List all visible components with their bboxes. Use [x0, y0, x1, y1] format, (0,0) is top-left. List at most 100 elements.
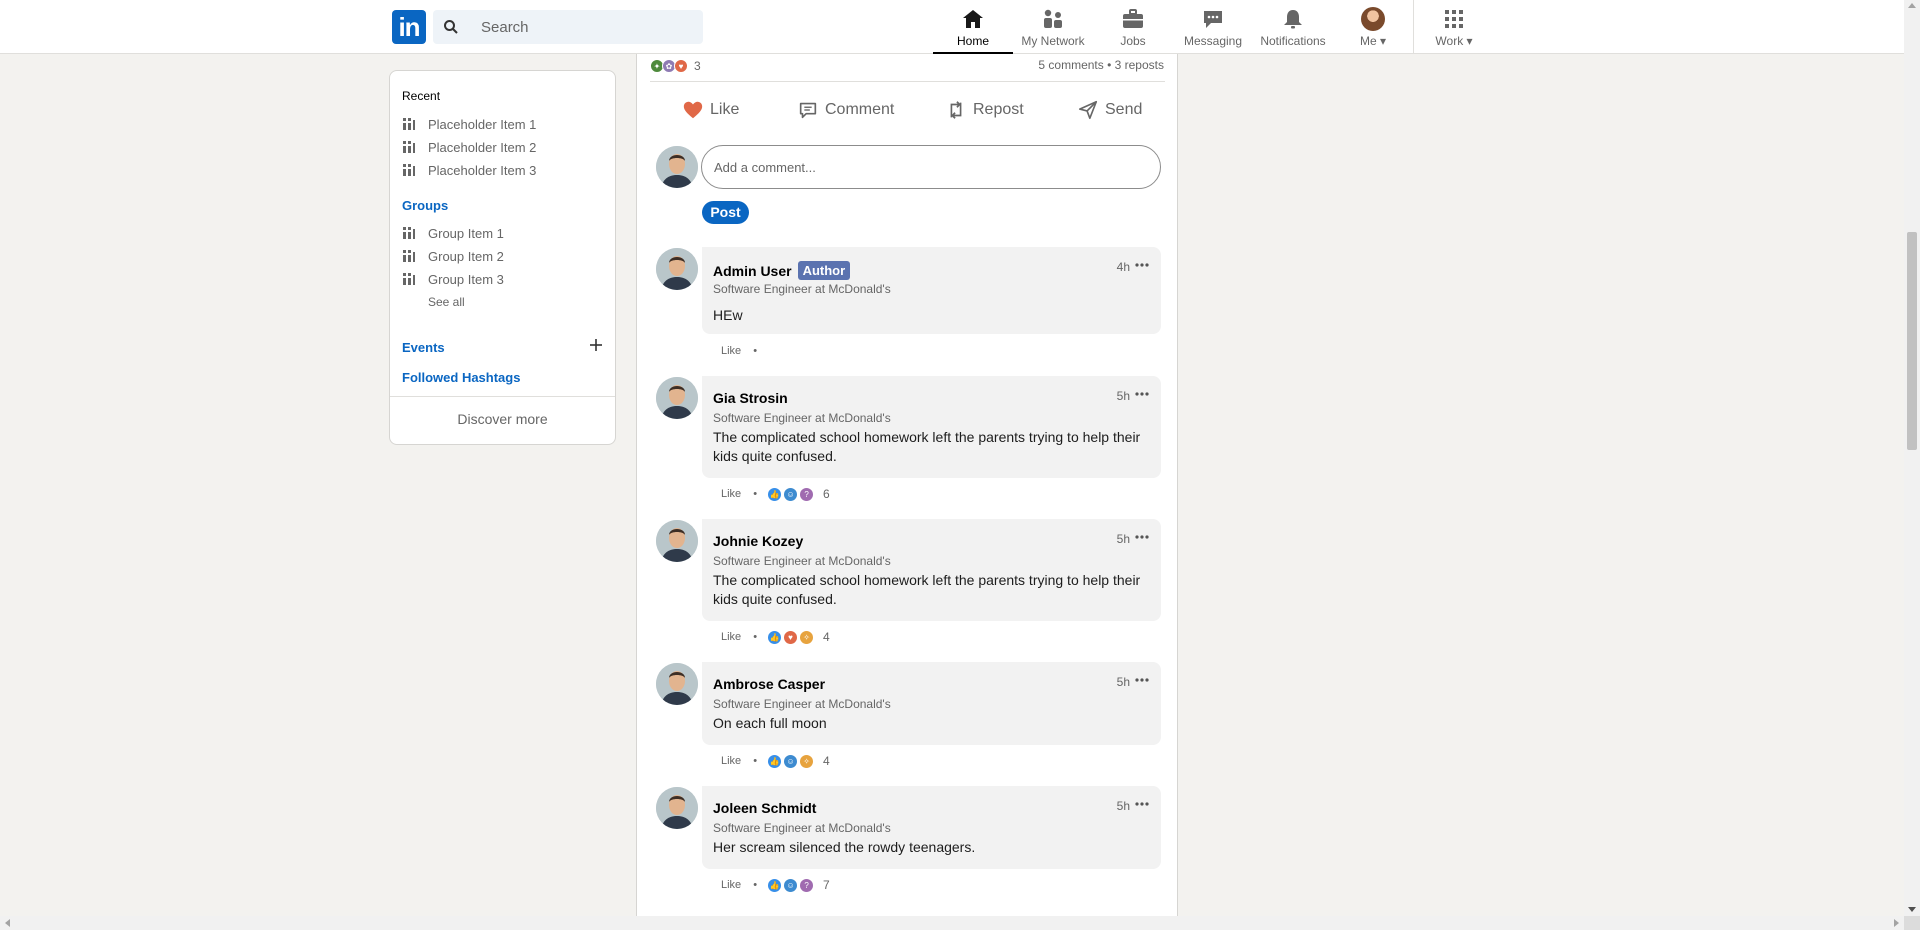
recent-item[interactable]: Placeholder Item 2 [402, 137, 536, 157]
nav-jobs[interactable]: Jobs [1093, 0, 1173, 54]
comment-author[interactable]: Gia Strosin [713, 390, 788, 406]
nav-notifications[interactable]: Notifications [1253, 0, 1333, 54]
scroll-up-arrow[interactable] [1908, 3, 1916, 8]
comment-text: The complicated school homework left the… [713, 572, 1141, 607]
group-icon [403, 273, 415, 285]
comment-like-button[interactable]: Like [721, 755, 741, 767]
comment-reaction-count[interactable]: 4 [823, 630, 830, 644]
avatar[interactable] [656, 146, 698, 188]
recent-item[interactable]: Placeholder Item 1 [402, 114, 536, 134]
actions-divider [650, 81, 1165, 82]
comment-reaction-count[interactable]: 6 [823, 487, 830, 501]
see-all-link[interactable]: See all [428, 295, 465, 309]
reaction-count: 3 [694, 59, 701, 73]
group-item[interactable]: Group Item 2 [402, 246, 504, 266]
recent-item[interactable]: Placeholder Item 3 [402, 160, 536, 180]
more-options-icon[interactable] [1134, 259, 1150, 271]
comment-author[interactable]: Johnie Kozey [713, 533, 803, 549]
scroll-down-arrow[interactable] [1908, 907, 1916, 912]
comment-footer: Like • 👍 ♥ ✧ 4 [721, 629, 830, 645]
linkedin-logo[interactable]: in [392, 10, 426, 44]
briefcase-icon [1123, 9, 1143, 28]
comment-author-title: Software Engineer at McDonald's [713, 697, 891, 711]
user-avatar-image [656, 248, 698, 290]
recent-item-label: Placeholder Item 1 [428, 116, 537, 132]
comment-author-name: Gia Strosin [713, 390, 788, 406]
avatar[interactable] [656, 248, 698, 290]
comment-like-button[interactable]: Like [721, 488, 741, 500]
nav-work[interactable]: Work ▾ [1414, 0, 1494, 54]
scrollbar-thumb[interactable] [1907, 232, 1917, 450]
more-options-icon[interactable] [1134, 674, 1150, 686]
top-nav: in Home My Network Jobs Messaging Notifi… [0, 0, 1904, 54]
comment-author[interactable]: Ambrose Casper [713, 676, 825, 692]
comment-button[interactable]: Comment [797, 98, 894, 122]
group-item-label: Group Item 3 [428, 271, 504, 287]
love-reaction-icon: ♥ [674, 59, 688, 73]
group-item[interactable]: Group Item 3 [402, 269, 504, 289]
comment-time: 5h [1116, 799, 1130, 813]
vertical-scrollbar[interactable] [1904, 0, 1920, 916]
avatar[interactable] [656, 663, 698, 705]
comment-author-title: Software Engineer at McDonald's [713, 411, 891, 425]
nav-me[interactable]: Me ▾ [1333, 0, 1413, 54]
nav-messaging[interactable]: Messaging [1173, 0, 1253, 54]
comment-author-name: Joleen Schmidt [713, 800, 817, 816]
more-options-icon[interactable] [1134, 388, 1150, 400]
nav-me-label: Me [1359, 34, 1377, 48]
nav-home-label: Home [956, 34, 989, 48]
insightful-reaction-icon: ☺ [783, 486, 799, 502]
like-reaction-icon: 👍 [767, 629, 783, 645]
comment-input[interactable] [701, 145, 1161, 189]
avatar[interactable] [656, 377, 698, 419]
comment-reaction-count[interactable]: 4 [823, 754, 830, 768]
search-input[interactable] [481, 10, 691, 44]
followed-hashtags-link[interactable]: Followed Hashtags [402, 370, 520, 385]
events-link[interactable]: Events [402, 340, 445, 355]
repost-label: Repost [973, 101, 1024, 118]
comment-like-button[interactable]: Like [721, 631, 741, 643]
post-comment-button[interactable]: Post [702, 201, 749, 224]
groups-link[interactable]: Groups [402, 198, 448, 213]
search-box[interactable] [433, 10, 703, 44]
nav-me-wrap: Me ▾ [1333, 34, 1413, 48]
group-icon [403, 250, 415, 262]
comment-author[interactable]: Joleen Schmidt [713, 800, 816, 816]
comment-reaction-count[interactable]: 7 [823, 878, 830, 892]
like-label: Like [710, 101, 740, 118]
repost-button[interactable]: Repost [945, 98, 1024, 122]
comment-author-name: Admin User [713, 262, 792, 279]
chevron-down-icon: ▾ [1379, 34, 1387, 48]
user-avatar-image [656, 663, 698, 705]
reaction-summary[interactable]: ✦ ✿ ♥ 3 [650, 58, 701, 74]
group-item[interactable]: Group Item 1 [402, 223, 504, 243]
comment-author[interactable]: Admin User Author [713, 261, 851, 280]
comment-author-title: Software Engineer at McDonald's [713, 821, 891, 835]
discover-more-button[interactable]: Discover more [390, 411, 615, 427]
comment-footer: Like • 👍 ☺ ? 6 [721, 486, 830, 502]
home-icon [963, 10, 983, 28]
avatar[interactable] [656, 520, 698, 562]
horizontal-scrollbar[interactable] [0, 916, 1904, 930]
nav-my-network[interactable]: My Network [1013, 0, 1093, 54]
more-options-icon[interactable] [1134, 531, 1150, 543]
avatar[interactable] [656, 787, 698, 829]
support-reaction-icon: ☺ [783, 877, 799, 893]
group-icon [403, 141, 415, 153]
post-stats[interactable]: 5 comments • 3 reposts [1038, 58, 1164, 72]
insightful-reaction-icon: ✧ [799, 629, 815, 645]
plus-icon[interactable] [588, 337, 604, 353]
comment-text: Her scream silenced the rowdy teenagers. [713, 839, 976, 855]
nav-home[interactable]: Home [933, 0, 1013, 54]
group-icon [403, 118, 415, 130]
scroll-left-arrow[interactable] [5, 919, 10, 927]
like-button[interactable]: Like [682, 98, 739, 122]
comment-author-name: Johnie Kozey [713, 533, 804, 549]
comment-author-title: Software Engineer at McDonald's [713, 282, 891, 296]
send-button[interactable]: Send [1077, 98, 1142, 122]
post-card: ✦ ✿ ♥ 3 5 comments • 3 reposts Like Comm… [636, 54, 1178, 930]
comment-like-button[interactable]: Like [721, 879, 741, 891]
more-options-icon[interactable] [1134, 798, 1150, 810]
scroll-right-arrow[interactable] [1894, 919, 1899, 927]
comment-like-button[interactable]: Like [721, 345, 741, 357]
